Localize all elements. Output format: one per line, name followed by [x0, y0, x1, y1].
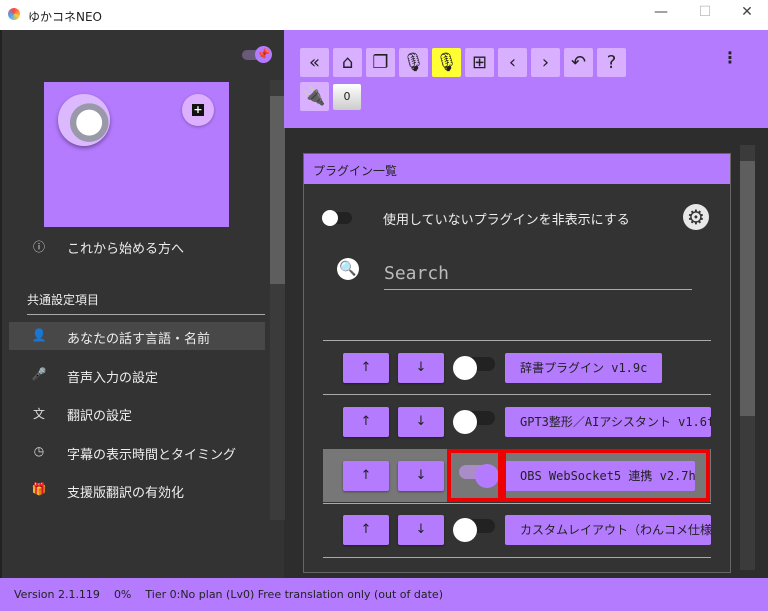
move-down-button[interactable]: ↓ — [398, 515, 444, 545]
sidebar-scrollbar[interactable] — [270, 80, 285, 520]
plugin-enable-toggle[interactable] — [453, 353, 499, 383]
plugin-row: ↑ ↓ 辞書プラグイン v1.9c — [323, 341, 711, 394]
plugin-row: ↑ ↓ OBS WebSocket5 連携 v2.7h — [323, 449, 711, 502]
translate-icon: 文 — [32, 407, 45, 421]
sidebar-item-3[interactable]: ◷ 字幕の表示時間とタイミング — [9, 438, 265, 466]
info-icon: ⓘ — [32, 240, 45, 254]
tier-text: Tier 0:No plan (Lv0) Free translation on… — [145, 588, 443, 601]
move-up-button[interactable]: ↑ — [343, 515, 389, 545]
sidebar-item-label: 支援版翻訳の有効化 — [67, 486, 185, 501]
plug-icon: 🔌 — [303, 86, 326, 107]
add-comment-icon: ⊞ — [471, 52, 488, 73]
window-button[interactable]: ❐ — [366, 48, 395, 77]
undo-button[interactable]: ↶ — [564, 48, 593, 77]
home-icon: ⌂ — [341, 52, 354, 73]
sidebar: 📌 + ⓘ これから始める方へ 共通設定項目 👤 あなたの話す言語・名前 🎤 音声入力… — [0, 30, 285, 578]
mic-icon: 🎙 — [402, 52, 425, 73]
divider — [323, 557, 711, 558]
counter-badge: 0 — [333, 84, 361, 110]
move-up-button[interactable]: ↑ — [343, 407, 389, 437]
maximize-button[interactable]: ☐ — [690, 4, 720, 26]
mic-button[interactable]: 🎙 — [399, 48, 428, 77]
plug-disconnected-button[interactable]: 🔌 — [300, 82, 329, 111]
hide-unused-label: 使用していないプラグインを非表示にする — [383, 213, 630, 228]
window-title: ゆかコネNEO — [28, 10, 103, 24]
panel-title: プラグイン一覧 — [304, 154, 730, 184]
sidebar-item-1[interactable]: 🎤 音声入力の設定 — [9, 361, 265, 389]
chevron-right-icon: › — [541, 52, 550, 73]
mic-icon: 🎤 — [31, 366, 47, 381]
plugin-name-button[interactable]: 辞書プラグイン v1.9c — [505, 353, 663, 383]
chevron-left-button[interactable]: ‹ — [498, 48, 527, 77]
move-up-button[interactable]: ↑ — [343, 461, 389, 491]
sidebar-item-label: これから始める方へ — [67, 242, 185, 257]
pin-icon: 📌 — [255, 46, 272, 63]
sidebar-item-4[interactable]: 🎁 支援版翻訳の有効化 — [9, 476, 265, 504]
undo-icon: ↶ — [570, 52, 587, 73]
sidebar-item-label: 翻訳の設定 — [67, 409, 133, 424]
plugin-name-button[interactable]: カスタムレイアウト（わんコメ仕様） — [505, 515, 711, 545]
add-comment-button[interactable]: ⊞ — [465, 48, 494, 77]
annotation-box — [447, 449, 502, 502]
move-down-button[interactable]: ↓ — [398, 407, 444, 437]
sidebar-item-label: あなたの話す言語・名前 — [67, 332, 211, 347]
scrollbar-thumb[interactable] — [740, 161, 755, 416]
sidebar-item-0[interactable]: 👤 あなたの話す言語・名前 — [9, 322, 265, 350]
plugin-enable-toggle[interactable] — [453, 515, 499, 545]
person-voice-icon: 👤 — [31, 328, 47, 342]
close-button[interactable]: ✕ — [732, 4, 762, 26]
sidebar-item-getting-started[interactable]: ⓘ これから始める方へ — [9, 232, 265, 260]
scrollbar-thumb[interactable] — [270, 96, 285, 284]
add-profile-button[interactable]: + — [182, 94, 214, 126]
sidebar-item-label: 字幕の表示時間とタイミング — [67, 447, 237, 463]
more-menu-button[interactable]: ⋮ — [722, 48, 738, 67]
panel-scrollbar[interactable] — [740, 145, 755, 570]
app-logo-icon — [8, 8, 20, 20]
gear-icon[interactable]: ⚙ — [683, 204, 709, 230]
window-icon: ❐ — [372, 52, 389, 73]
pin-toggle[interactable]: 📌 — [242, 46, 272, 63]
avatar[interactable] — [58, 94, 110, 146]
plugin-name-button[interactable]: GPT3整形／AIアシスタント v1.6f — [505, 407, 711, 437]
plugin-row: ↑ ↓ GPT3整形／AIアシスタント v1.6f — [323, 395, 711, 448]
home-button[interactable]: ⌂ — [333, 48, 362, 77]
plus-icon: + — [192, 103, 204, 116]
move-down-button[interactable]: ↓ — [398, 353, 444, 383]
toolbar: « ⌂ ❐ 🎙 🎙 ⊞ ‹ › ↶? 🔌 ⋮ — [284, 30, 768, 128]
gift-icon: 🎁 — [31, 482, 47, 496]
version-text: Version 2.1.119 — [14, 588, 100, 601]
mic-off-icon: 🎙 — [435, 52, 458, 73]
progress-percent: 0% — [113, 588, 132, 601]
search-input[interactable] — [384, 258, 692, 290]
double-chevron-left-button[interactable]: « — [300, 48, 329, 77]
minimize-button[interactable]: — — [646, 4, 676, 26]
sidebar-item-2[interactable]: 文 翻訳の設定 — [9, 399, 265, 427]
chevron-right-button[interactable]: › — [531, 48, 560, 77]
mic-off-button[interactable]: 🎙 — [432, 48, 461, 77]
move-down-button[interactable]: ↓ — [398, 461, 444, 491]
sidebar-item-label: 音声入力の設定 — [67, 370, 159, 386]
chevron-left-icon: ‹ — [508, 52, 517, 73]
clock-icon: ◷ — [33, 443, 45, 458]
profile-card: + — [44, 82, 229, 227]
help-button[interactable]: ? — [597, 48, 626, 77]
plugin-enable-toggle[interactable] — [453, 407, 499, 437]
help-icon: ? — [606, 52, 617, 73]
hide-unused-toggle[interactable] — [322, 210, 352, 226]
search-icon: 🔍 — [337, 258, 359, 280]
status-bar: Version 2.1.119 0% Tier 0:No plan (Lv0) … — [0, 578, 768, 611]
double-chevron-left-icon: « — [308, 52, 320, 73]
section-title: 共通設定項目 — [27, 291, 265, 315]
plugin-row: ↑ ↓ カスタムレイアウト（わんコメ仕様） — [323, 503, 711, 556]
title-bar: ゆかコネNEO — ☐ ✕ — [0, 0, 768, 30]
move-up-button[interactable]: ↑ — [343, 353, 389, 383]
annotation-box — [502, 449, 710, 502]
